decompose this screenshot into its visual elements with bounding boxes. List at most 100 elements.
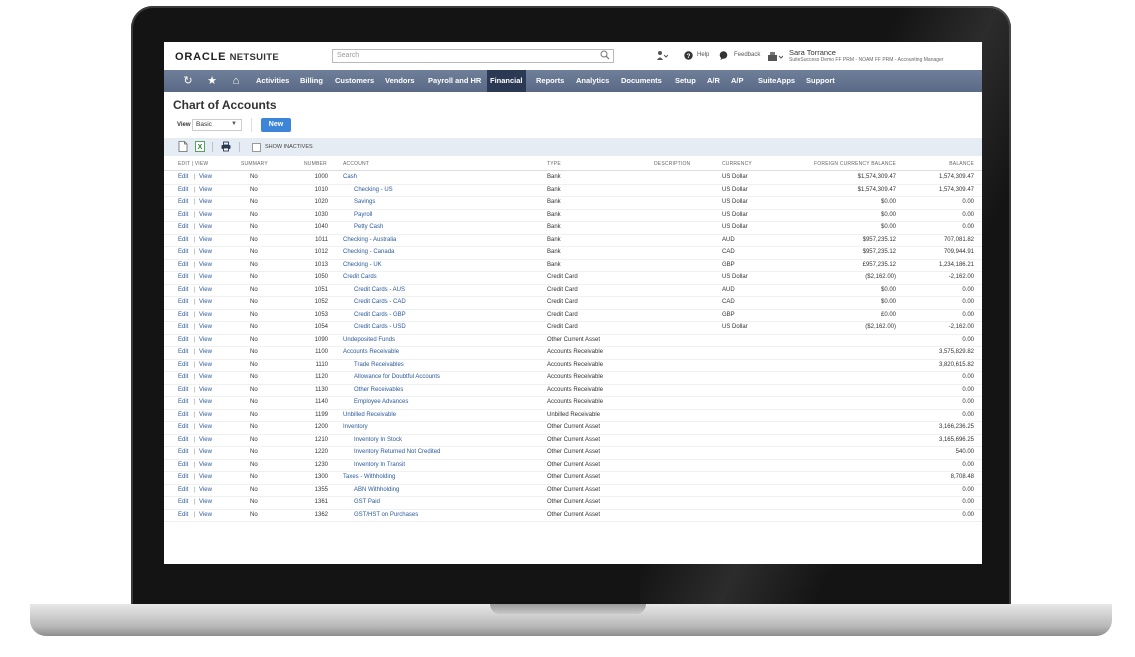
account-link[interactable]: Credit Cards - USD (354, 324, 406, 330)
nav-item-suiteapps[interactable]: SuiteApps (755, 70, 798, 92)
edit-link[interactable]: Edit (178, 424, 188, 430)
account-link[interactable]: Cash (343, 174, 357, 180)
edit-link[interactable]: Edit (178, 212, 188, 218)
account-link[interactable]: Allowance for Doubtful Accounts (354, 374, 440, 380)
column-number[interactable]: NUMBER (304, 161, 327, 167)
home-icon[interactable]: ⌂ (229, 74, 243, 88)
view-link[interactable]: View (199, 387, 212, 393)
account-link[interactable]: GST Paid (354, 499, 380, 505)
edit-link[interactable]: Edit (178, 449, 188, 455)
edit-link[interactable]: Edit (178, 462, 188, 468)
show-inactives-label[interactable]: SHOW INACTIVES (265, 144, 313, 150)
feedback-link[interactable]: Feedback (734, 52, 760, 58)
view-link[interactable]: View (199, 287, 212, 293)
column-type[interactable]: TYPE (547, 161, 561, 167)
edit-link[interactable]: Edit (178, 512, 188, 518)
view-link[interactable]: View (199, 312, 212, 318)
edit-link[interactable]: Edit (178, 412, 188, 418)
edit-link[interactable]: Edit (178, 262, 188, 268)
account-link[interactable]: Accounts Receivable (343, 349, 399, 355)
nav-item-analytics[interactable]: Analytics (573, 70, 612, 92)
feedback-icon[interactable] (719, 51, 728, 60)
view-link[interactable]: View (199, 424, 212, 430)
account-link[interactable]: ABN Withholding (354, 487, 399, 493)
account-link[interactable]: Checking - Australia (343, 237, 396, 243)
recent-records-icon[interactable] (656, 50, 668, 61)
account-link[interactable]: Checking - Canada (343, 249, 394, 255)
account-link[interactable]: Savings (354, 199, 375, 205)
column-foreign-currency-balance[interactable]: FOREIGN CURRENCY BALANCE (784, 161, 896, 167)
print-icon[interactable] (221, 141, 231, 152)
view-link[interactable]: View (199, 512, 212, 518)
edit-link[interactable]: Edit (178, 287, 188, 293)
nav-item-customers[interactable]: Customers (332, 70, 377, 92)
nav-item-vendors[interactable]: Vendors (382, 70, 418, 92)
edit-link[interactable]: Edit (178, 337, 188, 343)
column-currency[interactable]: CURRENCY (722, 161, 752, 167)
role-switch-icon[interactable] (767, 50, 783, 62)
account-link[interactable]: Credit Cards - GBP (354, 312, 406, 318)
edit-link[interactable]: Edit (178, 362, 188, 368)
account-link[interactable]: Unbilled Receivable (343, 412, 396, 418)
nav-item-ap[interactable]: A/P (728, 70, 747, 92)
view-link[interactable]: View (199, 474, 212, 480)
new-button[interactable]: New (261, 118, 291, 132)
view-link[interactable]: View (199, 362, 212, 368)
account-link[interactable]: Employee Advances (354, 399, 408, 405)
account-link[interactable]: Payroll (354, 212, 372, 218)
star-icon[interactable]: ★ (205, 74, 219, 88)
nav-item-setup[interactable]: Setup (672, 70, 699, 92)
search-icon[interactable] (600, 50, 610, 60)
nav-item-payroll-and-hr[interactable]: Payroll and HR (425, 70, 484, 92)
column-summary[interactable]: SUMMARY (241, 161, 268, 167)
excel-export-icon[interactable]: X (195, 141, 205, 152)
oracle-netsuite-logo[interactable]: ORACLE NETSUITE (175, 51, 279, 63)
edit-link[interactable]: Edit (178, 199, 188, 205)
account-link[interactable]: Inventory (343, 424, 368, 430)
view-link[interactable]: View (199, 499, 212, 505)
view-link[interactable]: View (199, 462, 212, 468)
account-link[interactable]: Credit Cards (343, 274, 377, 280)
nav-item-billing[interactable]: Billing (297, 70, 326, 92)
edit-link[interactable]: Edit (178, 312, 188, 318)
edit-link[interactable]: Edit (178, 174, 188, 180)
account-link[interactable]: Credit Cards - AUS (354, 287, 405, 293)
account-link[interactable]: Inventory In Transit (354, 462, 405, 468)
nav-item-documents[interactable]: Documents (618, 70, 665, 92)
account-link[interactable]: Other Receivables (354, 387, 403, 393)
view-link[interactable]: View (199, 374, 212, 380)
column-balance[interactable]: BALANCE (924, 161, 974, 167)
edit-link[interactable]: Edit (178, 474, 188, 480)
column-description[interactable]: DESCRIPTION (654, 161, 690, 167)
edit-link[interactable]: Edit (178, 249, 188, 255)
edit-link[interactable]: Edit (178, 374, 188, 380)
view-link[interactable]: View (199, 349, 212, 355)
view-link[interactable]: View (199, 299, 212, 305)
edit-link[interactable]: Edit (178, 487, 188, 493)
help-icon[interactable]: ? (684, 51, 693, 60)
view-link[interactable]: View (199, 187, 212, 193)
account-link[interactable]: Inventory Returned Not Credited (354, 449, 440, 455)
view-select[interactable]: Basic ▼ (192, 119, 242, 131)
view-link[interactable]: View (199, 487, 212, 493)
nav-item-ar[interactable]: A/R (704, 70, 723, 92)
account-link[interactable]: Undeposited Funds (343, 337, 395, 343)
edit-link[interactable]: Edit (178, 299, 188, 305)
user-role[interactable]: SuiteSuccess Demo FF PRM - NOAM FF PRM -… (789, 57, 944, 63)
nav-item-financial[interactable]: Financial (487, 70, 526, 92)
show-inactives-checkbox[interactable] (252, 143, 261, 152)
account-link[interactable]: Petty Cash (354, 224, 383, 230)
edit-link[interactable]: Edit (178, 349, 188, 355)
view-link[interactable]: View (199, 437, 212, 443)
view-link[interactable]: View (199, 224, 212, 230)
view-link[interactable]: View (199, 337, 212, 343)
edit-link[interactable]: Edit (178, 437, 188, 443)
edit-link[interactable]: Edit (178, 387, 188, 393)
column-account[interactable]: ACCOUNT (343, 161, 369, 167)
edit-link[interactable]: Edit (178, 237, 188, 243)
edit-link[interactable]: Edit (178, 499, 188, 505)
new-document-icon[interactable] (178, 141, 188, 152)
edit-link[interactable]: Edit (178, 399, 188, 405)
nav-item-activities[interactable]: Activities (253, 70, 292, 92)
account-link[interactable]: Checking - UK (343, 262, 382, 268)
